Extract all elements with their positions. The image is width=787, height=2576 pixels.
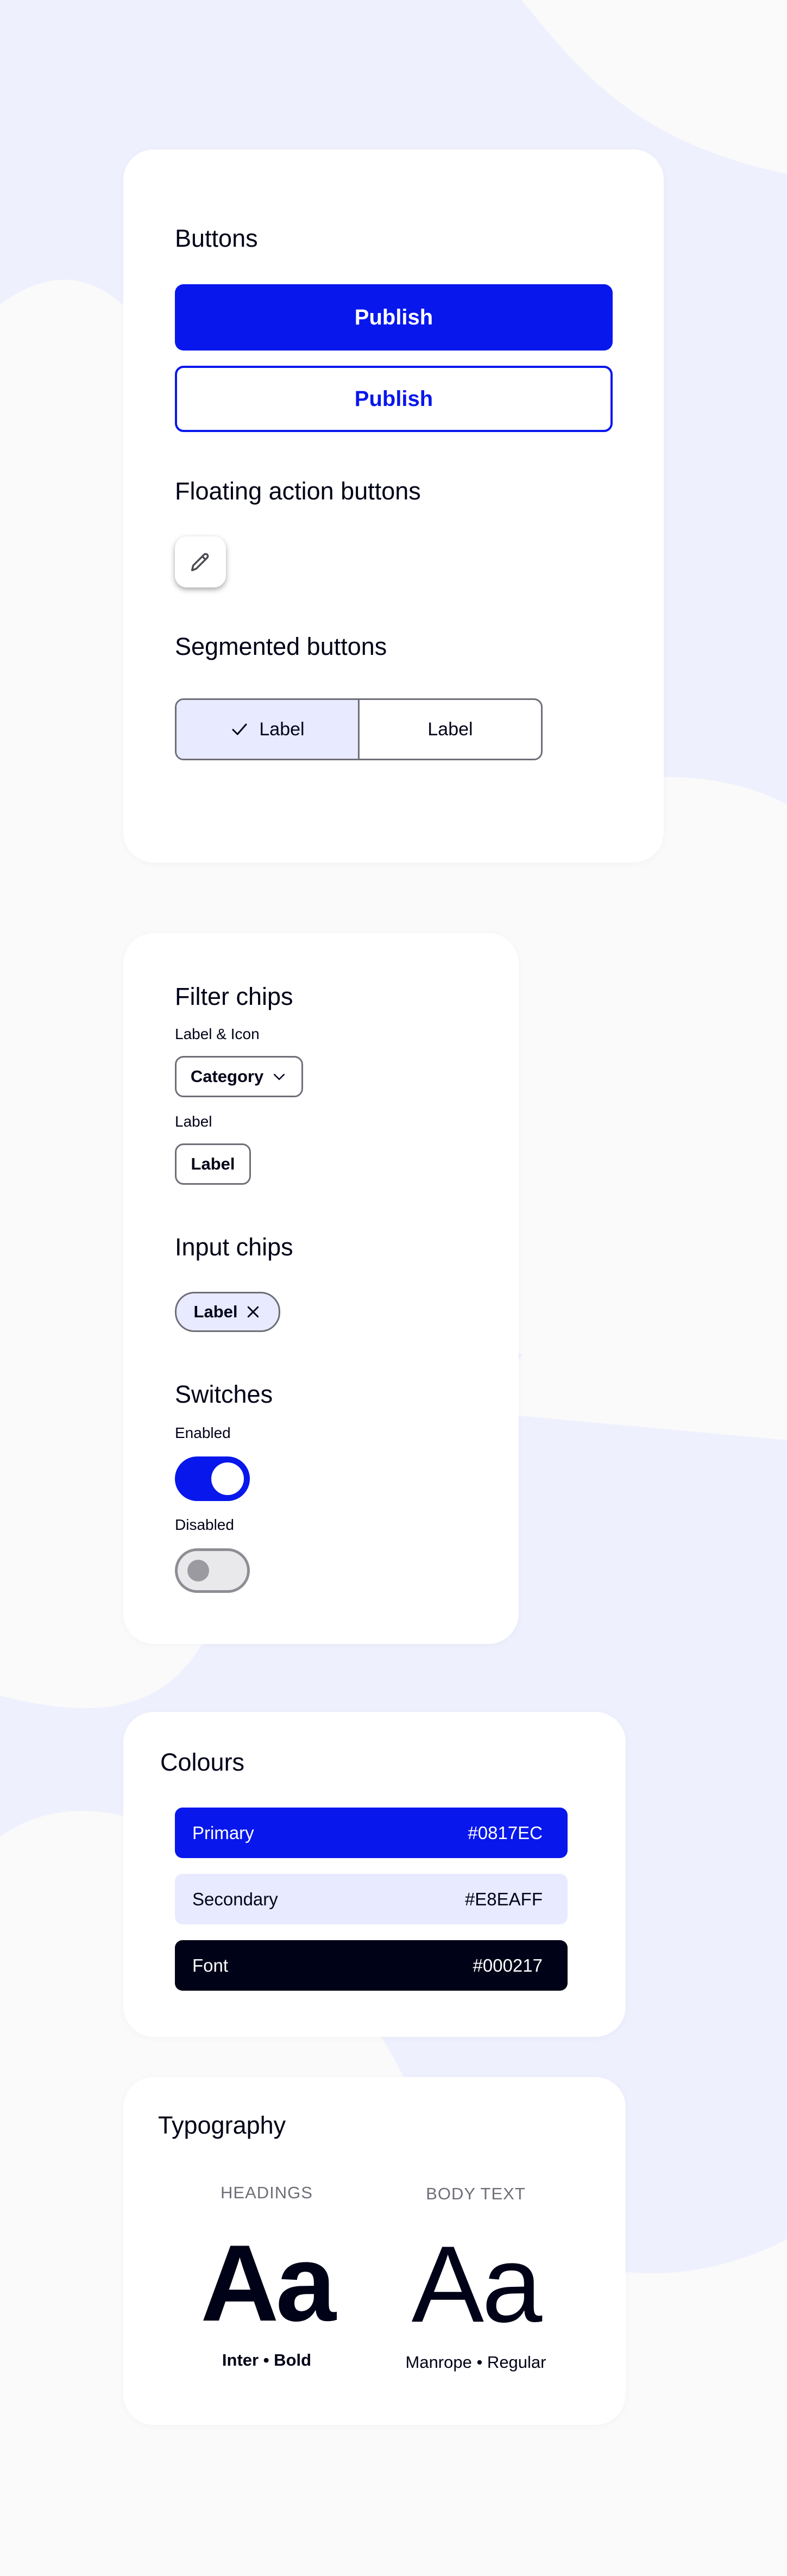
swatch-name: Secondary xyxy=(192,1889,278,1909)
swatch-hex: #E8EAFF xyxy=(464,1889,543,1909)
primary-colour-swatch: Primary #0817EC xyxy=(175,1808,568,1858)
chip-label: Label xyxy=(193,1302,238,1321)
swatch-hex: #000217 xyxy=(473,1955,543,1975)
label-input-chip[interactable]: Label xyxy=(175,1292,280,1332)
segment-selected[interactable]: Label xyxy=(177,700,360,759)
switch-knob xyxy=(211,1462,244,1495)
edit-fab-button[interactable] xyxy=(175,536,226,587)
segmented-button-group: Label Label xyxy=(175,698,543,760)
secondary-colour-swatch: Secondary #E8EAFF xyxy=(175,1874,568,1924)
label-filter-chip[interactable]: Label xyxy=(175,1143,251,1185)
colours-card: Colours Primary #0817EC Secondary #E8EAF… xyxy=(123,1712,626,2037)
chips-switches-card: Filter chips Label & Icon Category Label… xyxy=(123,933,519,1644)
label-caption: Label xyxy=(175,1113,212,1130)
body-text-sample: Aa xyxy=(411,2224,543,2345)
segment-label: Label xyxy=(259,718,305,740)
publish-outline-button[interactable]: Publish xyxy=(175,366,613,432)
typography-card: Typography HEADINGS Aa Inter • Bold BODY… xyxy=(123,2077,626,2425)
segmented-title: Segmented buttons xyxy=(175,633,387,660)
disabled-switch xyxy=(175,1548,250,1593)
headings-sample: Aa xyxy=(200,2223,336,2344)
swatch-hex: #0817EC xyxy=(468,1822,543,1843)
buttons-title: Buttons xyxy=(175,224,258,252)
enabled-switch[interactable] xyxy=(175,1456,250,1501)
label-icon-caption: Label & Icon xyxy=(175,1026,260,1042)
chevron-down-icon xyxy=(274,1074,285,1080)
filter-chips-title: Filter chips xyxy=(175,983,293,1010)
font-colour-swatch: Font #000217 xyxy=(175,1940,568,1991)
switch-knob xyxy=(187,1560,209,1581)
buttons-card: Buttons Publish Publish Floating action … xyxy=(123,149,664,862)
segment-label: Label xyxy=(427,718,473,740)
enabled-caption: Enabled xyxy=(175,1424,231,1441)
swatch-name: Primary xyxy=(192,1822,254,1843)
swatch-name: Font xyxy=(192,1955,229,1975)
headings-caption: HEADINGS xyxy=(221,2183,313,2202)
fab-title: Floating action buttons xyxy=(175,477,421,505)
colours-title: Colours xyxy=(160,1748,245,1776)
pencil-icon xyxy=(191,553,209,572)
switches-title: Switches xyxy=(175,1380,273,1408)
body-text-font-name: Manrope • Regular xyxy=(405,2353,546,2372)
body-text-caption: BODY TEXT xyxy=(426,2184,526,2203)
close-icon[interactable] xyxy=(245,1304,261,1320)
segment-unselected[interactable]: Label xyxy=(360,700,541,759)
publish-primary-button[interactable]: Publish xyxy=(175,284,613,351)
input-chips-title: Input chips xyxy=(175,1233,293,1261)
disabled-caption: Disabled xyxy=(175,1516,234,1533)
typography-title: Typography xyxy=(158,2111,286,2139)
check-icon xyxy=(232,723,247,735)
category-filter-chip[interactable]: Category xyxy=(175,1056,303,1097)
headings-font-name: Inter • Bold xyxy=(222,2350,312,2369)
chip-label: Category xyxy=(190,1067,264,1086)
